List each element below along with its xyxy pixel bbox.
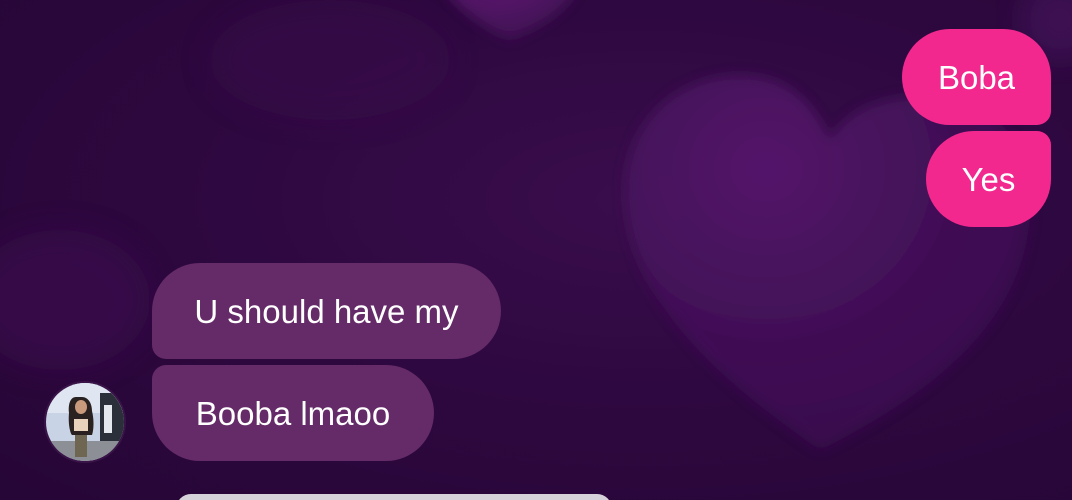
message-text: U should have my <box>194 292 459 330</box>
message-text: Boba <box>937 58 1016 96</box>
heart-decoration <box>453 0 571 40</box>
contact-avatar[interactable] <box>46 383 124 461</box>
message-text: Yes <box>961 160 1016 198</box>
message-text: Booba lmaoo <box>195 394 391 432</box>
outgoing-message-bubble[interactable]: Yes <box>926 131 1051 227</box>
incoming-message-bubble[interactable]: U should have my <box>152 263 501 359</box>
contact-avatar-photo-icon <box>46 383 124 461</box>
incoming-message-bubble[interactable]: Booba lmaoo <box>152 365 434 461</box>
next-message-preview <box>176 494 612 500</box>
outgoing-message-bubble[interactable]: Boba <box>902 29 1051 125</box>
